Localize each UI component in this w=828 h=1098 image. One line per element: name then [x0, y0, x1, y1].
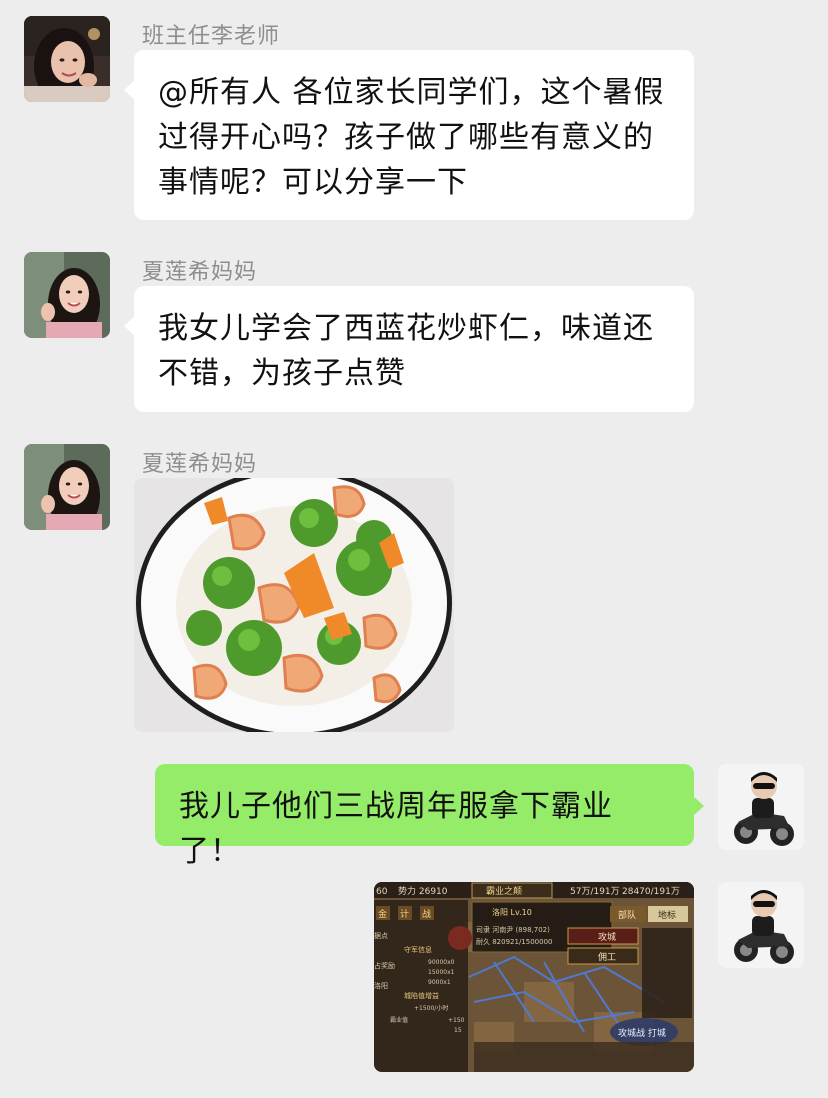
game-row-2: 耐久 820921/1500000 — [476, 937, 552, 946]
message-bubble[interactable]: @所有人 各位家长同学们，这个暑假 过得开心吗？孩子做了哪些有意义的 事情呢？可… — [124, 50, 694, 220]
shrimp-broccoli-photo[interactable] — [134, 478, 454, 732]
game-info-9: 15 — [454, 1027, 462, 1034]
game-info-6: +1500/小时 — [414, 1004, 448, 1012]
game-screenshot-photo[interactable]: 60 势力 26910 霸业之颠 57万/191万 28470/191万 金 计… — [374, 882, 694, 1072]
game-city: 洛阳 Lv.10 — [492, 907, 532, 917]
game-attack-button: 攻城 — [598, 931, 616, 943]
parent-avatar[interactable] — [24, 444, 110, 530]
teacher-avatar[interactable] — [24, 16, 110, 102]
game-info-8: +150 — [448, 1017, 465, 1024]
food-photo-image — [134, 478, 454, 732]
parent-avatar-image — [24, 444, 110, 530]
game-badge-3: 战 — [422, 909, 431, 920]
game-side-label-3: 洛阳 — [374, 981, 388, 990]
message-bubble[interactable]: 我女儿学会了西蓝花炒虾仁，味道还 不错，为孩子点赞 — [124, 286, 694, 412]
parent-avatar[interactable] — [24, 252, 110, 338]
sender-name: 夏莲希妈妈 — [142, 260, 258, 285]
game-tab-1: 部队 — [618, 909, 636, 921]
game-side-label-1: 据点 — [374, 931, 388, 940]
message-text: @所有人 各位家长同学们，这个暑假 过得开心吗？孩子做了哪些有意义的 事情呢？可… — [158, 75, 665, 200]
my-avatar[interactable] — [718, 882, 804, 968]
message-text: 我女儿学会了西蓝花炒虾仁，味道还 不错，为孩子点赞 — [158, 311, 654, 391]
game-resource-2: 57万/191万 — [570, 887, 620, 897]
my-avatar[interactable] — [718, 764, 804, 850]
sender-name: 夏莲希妈妈 — [142, 452, 258, 477]
game-info-7: 霸业值 — [390, 1016, 408, 1024]
sender-name: 班主任李老师 — [142, 24, 281, 49]
game-tab-2: 地标 — [658, 909, 676, 921]
game-footer: 攻城战 打城 — [618, 1027, 666, 1039]
biker-avatar-image — [718, 882, 804, 968]
message-bubble[interactable]: 我儿子他们三战周年服拿下霸业了！ — [155, 764, 704, 869]
game-resource-3: 28470/191万 — [622, 887, 680, 897]
game-badge-2: 计 — [400, 908, 409, 920]
game-info-5: 城陷值增益 — [404, 991, 439, 1000]
message-text: 我儿子他们三战周年服拿下霸业了！ — [179, 789, 613, 869]
game-info-1: 守军信息 — [404, 945, 432, 954]
game-badge-1: 金 — [378, 908, 387, 920]
game-info-4: 9000x1 — [428, 979, 451, 986]
game-row-1: 司隶 河南尹 (898,702) — [476, 925, 550, 934]
game-title: 霸业之颠 — [486, 885, 522, 897]
game-screenshot-image: 60 势力 26910 霸业之颠 57万/191万 28470/191万 金 计… — [374, 882, 694, 1072]
game-left-label: 60 — [376, 887, 388, 897]
game-info-2: 90000x0 — [428, 959, 455, 966]
game-hire-button: 佣工 — [598, 952, 616, 963]
teacher-avatar-image — [24, 16, 110, 102]
game-info-3: 15000x1 — [428, 969, 455, 976]
parent-avatar-image — [24, 252, 110, 338]
biker-avatar-image — [718, 764, 804, 850]
game-side-label-2: 占奖励 — [374, 961, 395, 970]
game-resource-1: 势力 26910 — [398, 885, 448, 897]
